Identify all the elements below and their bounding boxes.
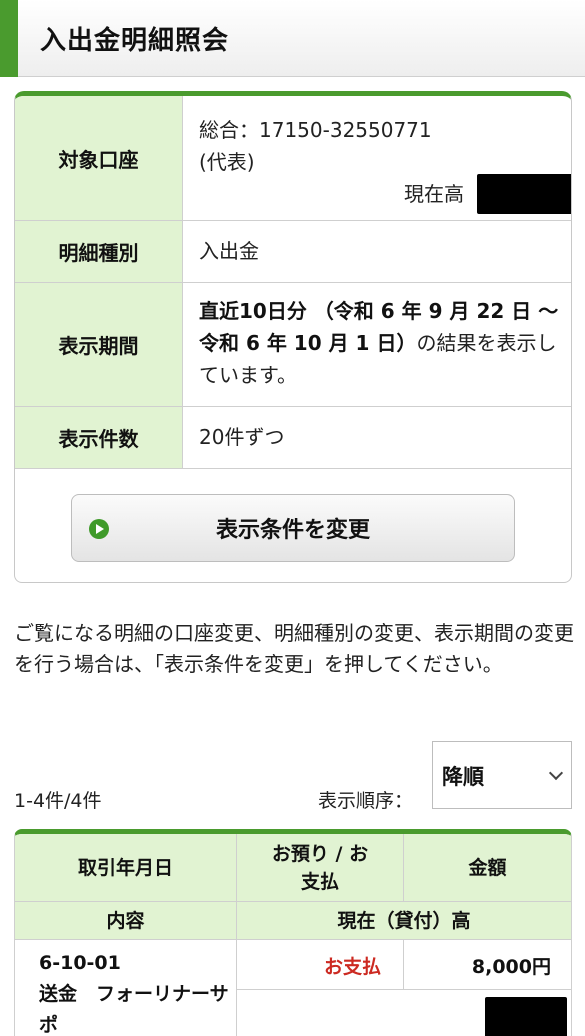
table-row-balance bbox=[237, 990, 571, 1036]
header-amount: 金額 bbox=[404, 834, 571, 902]
condition-value-per-page: 20件ずつ bbox=[199, 425, 285, 449]
table-row-amount: 8,000円 bbox=[404, 940, 571, 990]
sort-order-select[interactable]: 降順 bbox=[432, 741, 572, 809]
header-date: 取引年月日 bbox=[15, 834, 237, 902]
notice-text: ご覧になる明細の口座変更、明細種別の変更、表示期間の変更を行う場合は、「表示条件… bbox=[14, 621, 574, 676]
condition-label-type: 明細種別 bbox=[15, 221, 183, 282]
header-balance: 現在（貸付）高 bbox=[237, 902, 571, 940]
header-kind: お預り / お支払 bbox=[237, 834, 404, 902]
page-title: 入出金明細照会 bbox=[40, 26, 230, 56]
header-accent-bar bbox=[0, 0, 18, 77]
masked-row-balance bbox=[485, 997, 567, 1036]
change-conditions-button[interactable]: 表示条件を変更 bbox=[71, 494, 515, 562]
row-description: 送金 フォーリナーサポ bbox=[39, 983, 229, 1036]
condition-row-per-page: 表示件数 20件ずつ bbox=[15, 407, 571, 469]
sort-order-value: 降順 bbox=[442, 765, 484, 789]
table-row-kind: お支払 bbox=[237, 940, 404, 990]
account-type: (代表) bbox=[199, 150, 255, 174]
result-count: 1-4件/4件 bbox=[14, 790, 102, 812]
table-row-date-desc: 6-10-01 送金 フォーリナーサポ bbox=[15, 940, 237, 1036]
page-header: 入出金明細照会 bbox=[0, 0, 585, 77]
conditions-panel: 対象口座 総合：17150-32550771 (代表) 現在高 明細種別 入出金… bbox=[14, 91, 572, 583]
condition-value-type: 入出金 bbox=[199, 239, 259, 263]
masked-balance bbox=[477, 174, 571, 214]
chevron-down-icon bbox=[548, 765, 564, 781]
row-date: 6-10-01 bbox=[39, 952, 121, 974]
sort-order-label: 表示順序： bbox=[318, 790, 414, 812]
condition-value-account: 総合：17150-32550771 (代表) 現在高 bbox=[199, 96, 571, 221]
account-number: 総合：17150-32550771 bbox=[199, 118, 432, 142]
row-amount: 8,000円 bbox=[471, 956, 551, 978]
change-conditions-label: 表示条件を変更 bbox=[215, 518, 370, 543]
transactions-table: 取引年月日 お預り / お支払 金額 内容 現在（貸付）高 6-10-01 送金… bbox=[14, 829, 572, 1036]
balance-label: 現在高 bbox=[404, 182, 464, 206]
condition-label-per-page: 表示件数 bbox=[15, 407, 183, 468]
condition-label-period: 表示期間 bbox=[15, 283, 183, 406]
condition-row-type: 明細種別 入出金 bbox=[15, 221, 571, 283]
condition-label-account: 対象口座 bbox=[15, 96, 183, 220]
header-content: 内容 bbox=[15, 902, 237, 940]
row-kind: お支払 bbox=[323, 956, 381, 978]
condition-row-period: 表示期間 直近10日分 （令和 6 年 9 月 22 日 〜 令和 6 年 10… bbox=[15, 283, 571, 407]
condition-row-account: 対象口座 総合：17150-32550771 (代表) 現在高 bbox=[15, 96, 571, 221]
play-circle-icon bbox=[89, 519, 109, 539]
